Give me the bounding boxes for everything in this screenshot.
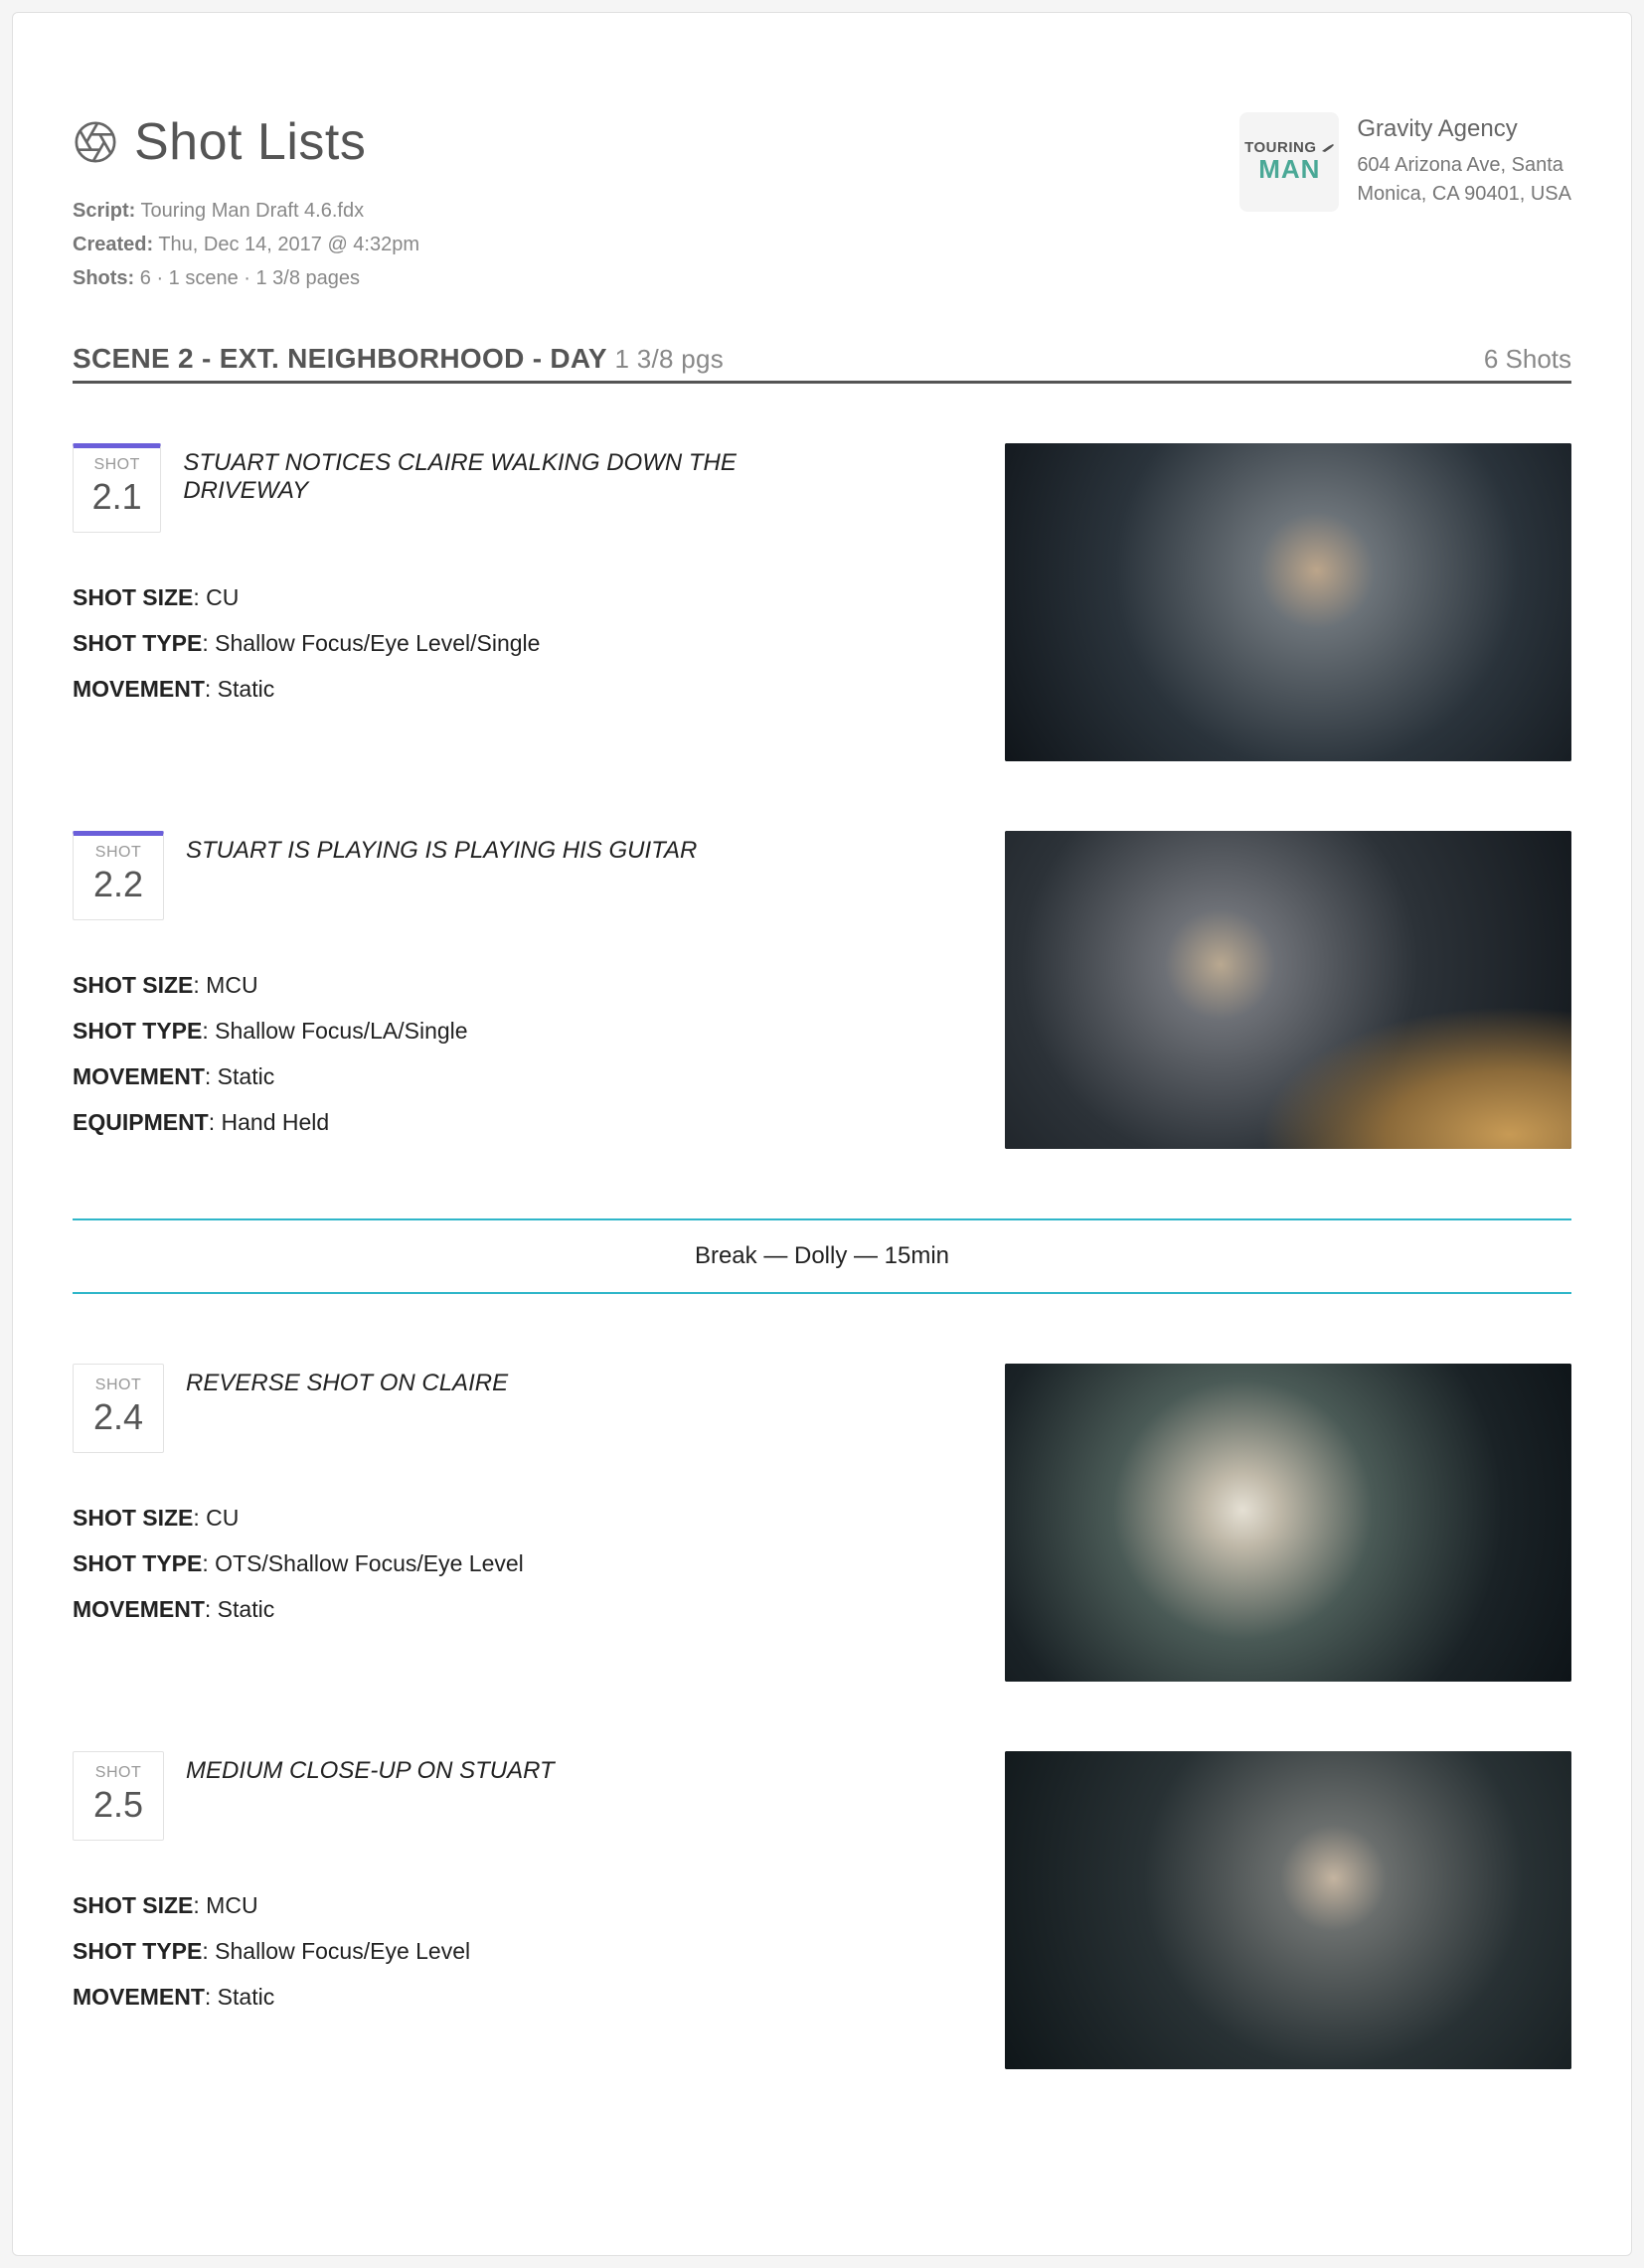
shot-thumbnail [1005, 1751, 1571, 2069]
shot-row: SHOT 2.4 REVERSE SHOT ON CLAIRE SHOT SIZE: … [73, 1364, 1571, 1682]
shot-badge-label: SHOT [74, 456, 160, 474]
agency-address-2: Monica, CA 90401, USA [1357, 180, 1571, 209]
shot-left: SHOT 2.4 REVERSE SHOT ON CLAIRE SHOT SIZE: … [73, 1364, 848, 1632]
page-title: Shot Lists [134, 112, 366, 172]
shot-type: SHOT TYPE: Shallow Focus/LA/Single [73, 1008, 848, 1053]
meta: Script: Touring Man Draft 4.6.fdx Create… [73, 194, 419, 295]
agency-block: TOURING MAN Gravity Agency 604 Arizona A… [1239, 112, 1571, 212]
break-block: Break — Dolly — 15min [73, 1218, 1571, 1294]
created-label: Created: [73, 234, 153, 255]
shot-badge: SHOT 2.1 [73, 443, 161, 533]
shot-description: STUART NOTICES CLAIRE WALKING DOWN THE D… [183, 443, 848, 505]
shot-movement: MOVEMENT: Static [73, 1974, 848, 2020]
shot-number: 2.2 [74, 864, 163, 905]
shot-thumbnail [1005, 443, 1571, 761]
scene-shot-count: 6 Shots [1484, 344, 1571, 375]
agency-name: Gravity Agency [1357, 112, 1571, 147]
scene-header: SCENE 2 - EXT. NEIGHBORHOOD - DAY 1 3/8 … [73, 343, 1571, 384]
shot-badge-label: SHOT [74, 1377, 163, 1394]
aperture-icon [73, 119, 118, 165]
shot-size: SHOT SIZE: CU [73, 574, 848, 620]
shot-badge: SHOT 2.4 [73, 1364, 164, 1453]
logo-line2: MAN [1258, 154, 1320, 185]
title-block: Shot Lists Script: Touring Man Draft 4.6… [73, 112, 419, 295]
shot-size: SHOT SIZE: CU [73, 1495, 848, 1540]
shot-type: SHOT TYPE: OTS/Shallow Focus/Eye Level [73, 1540, 848, 1586]
agency-logo: TOURING MAN [1239, 112, 1339, 212]
shot-number: 2.4 [74, 1396, 163, 1438]
shot-movement: MOVEMENT: Static [73, 1053, 848, 1099]
shot-type: SHOT TYPE: Shallow Focus/Eye Level [73, 1928, 848, 1974]
shot-thumbnail [1005, 1364, 1571, 1682]
shot-left: SHOT 2.1 STUART NOTICES CLAIRE WALKING DOW… [73, 443, 848, 712]
shot-size: SHOT SIZE: MCU [73, 962, 848, 1008]
page: Shot Lists Script: Touring Man Draft 4.6… [12, 12, 1632, 2256]
shot-thumbnail [1005, 831, 1571, 1149]
script-label: Script: [73, 200, 135, 222]
shot-number: 2.1 [74, 476, 160, 518]
header: Shot Lists Script: Touring Man Draft 4.6… [73, 112, 1571, 295]
shot-badge-label: SHOT [74, 1764, 163, 1782]
shot-description: REVERSE SHOT ON CLAIRE [186, 1364, 508, 1397]
shots-label: Shots: [73, 267, 134, 289]
shot-props: SHOT SIZE: MCUSHOT TYPE: Shallow Focus/L… [73, 962, 848, 1145]
shot-size: SHOT SIZE: MCU [73, 1882, 848, 1928]
break-text: Break — Dolly — 15min [73, 1220, 1571, 1292]
shot-row: SHOT 2.1 STUART NOTICES CLAIRE WALKING DOW… [73, 443, 1571, 761]
scene-heading: SCENE 2 - EXT. NEIGHBORHOOD - DAY [73, 343, 606, 374]
shot-left: SHOT 2.2 STUART IS PLAYING IS PLAYING HIS … [73, 831, 848, 1145]
shots-value: 6 · 1 scene · 1 3/8 pages [140, 267, 360, 289]
shot-props: SHOT SIZE: CUSHOT TYPE: Shallow Focus/Ey… [73, 574, 848, 712]
break-line-bottom [73, 1292, 1571, 1294]
scene-pgs: 1 3/8 pgs [614, 344, 724, 374]
shot-description: MEDIUM CLOSE-UP ON STUART [186, 1751, 555, 1785]
shot-row: SHOT 2.2 STUART IS PLAYING IS PLAYING HIS … [73, 831, 1571, 1149]
shot-equipment: EQUIPMENT: Hand Held [73, 1099, 848, 1145]
created-value: Thu, Dec 14, 2017 @ 4:32pm [158, 234, 419, 255]
shot-row: SHOT 2.5 MEDIUM CLOSE-UP ON STUART SHOT SIZ… [73, 1751, 1571, 2069]
shot-badge: SHOT 2.5 [73, 1751, 164, 1841]
agency-text: Gravity Agency 604 Arizona Ave, Santa Mo… [1357, 112, 1571, 209]
shot-number: 2.5 [74, 1784, 163, 1826]
shot-props: SHOT SIZE: CUSHOT TYPE: OTS/Shallow Focu… [73, 1495, 848, 1632]
shot-badge: SHOT 2.2 [73, 831, 164, 920]
agency-address-1: 604 Arizona Ave, Santa [1357, 151, 1571, 180]
shot-description: STUART IS PLAYING IS PLAYING HIS GUITAR [186, 831, 697, 865]
shot-props: SHOT SIZE: MCUSHOT TYPE: Shallow Focus/E… [73, 1882, 848, 2020]
shot-type: SHOT TYPE: Shallow Focus/Eye Level/Singl… [73, 620, 848, 666]
script-value: Touring Man Draft 4.6.fdx [141, 200, 365, 222]
shots-container: SHOT 2.1 STUART NOTICES CLAIRE WALKING DOW… [73, 443, 1571, 2069]
shot-left: SHOT 2.5 MEDIUM CLOSE-UP ON STUART SHOT SIZ… [73, 1751, 848, 2020]
shot-movement: MOVEMENT: Static [73, 666, 848, 712]
shot-movement: MOVEMENT: Static [73, 1586, 848, 1632]
shot-badge-label: SHOT [74, 844, 163, 862]
guitar-icon [1321, 143, 1335, 153]
